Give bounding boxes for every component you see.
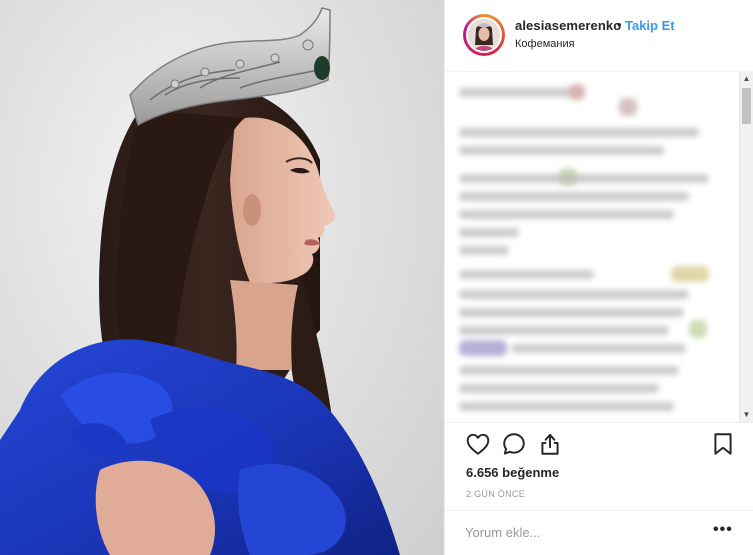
- blurred-line: [459, 192, 689, 201]
- blurred-line: [459, 270, 594, 279]
- follow-button[interactable]: Takip Et: [625, 18, 675, 33]
- blurred-line: [459, 326, 669, 335]
- blurred-line: [459, 290, 689, 299]
- blurred-emoji: [689, 320, 707, 338]
- post-photo-illustration: [0, 7, 400, 555]
- blurred-line: [459, 308, 684, 317]
- blurred-emoji: [671, 266, 709, 282]
- post-timestamp: 2 GÜN ÖNCE: [466, 489, 526, 499]
- location-link[interactable]: Кофемания: [515, 38, 575, 50]
- comment-bubble-icon[interactable]: [501, 431, 529, 459]
- comments-scrollbar[interactable]: ▲ ▼: [739, 72, 753, 422]
- triangle-up-icon[interactable]: ▲: [740, 72, 753, 86]
- post-header: alesiasemerenko • Takip Et Кофемания: [445, 0, 753, 72]
- username-link[interactable]: alesiasemerenko: [515, 18, 621, 33]
- blurred-line: [459, 246, 509, 255]
- avatar-image: [468, 19, 500, 51]
- blurred-line: [459, 228, 519, 237]
- blurred-line: [459, 88, 579, 97]
- post-side-panel: alesiasemerenko • Takip Et Кофемания ▲ ▼…: [444, 0, 753, 555]
- blurred-emoji: [459, 340, 507, 356]
- blurred-line: [459, 128, 699, 137]
- blurred-line: [459, 384, 659, 393]
- blurred-line: [459, 146, 664, 155]
- instagram-post: alesiasemerenko • Takip Et Кофемания ▲ ▼…: [0, 0, 753, 555]
- heart-icon[interactable]: [465, 431, 493, 459]
- blurred-line: [459, 402, 674, 411]
- more-options-icon[interactable]: •••: [713, 521, 733, 539]
- post-photo[interactable]: [0, 0, 444, 555]
- avatar-story-ring[interactable]: [463, 14, 505, 56]
- likes-count[interactable]: 6.656 beğenme: [466, 465, 559, 480]
- comment-input[interactable]: [465, 521, 695, 543]
- scrollbar-thumb[interactable]: [742, 88, 751, 124]
- avatar[interactable]: [466, 17, 502, 53]
- blurred-emoji: [569, 84, 585, 100]
- blurred-line: [459, 174, 709, 183]
- separator-dot: •: [617, 17, 622, 32]
- caption-comments-area[interactable]: [445, 72, 753, 422]
- bookmark-icon[interactable]: [710, 431, 738, 459]
- add-comment-bar: •••: [445, 510, 753, 555]
- blurred-line: [511, 344, 686, 353]
- share-upload-icon[interactable]: [537, 431, 565, 459]
- post-actions: 6.656 beğenme 2 GÜN ÖNCE: [445, 422, 753, 522]
- triangle-down-icon[interactable]: ▼: [740, 408, 753, 422]
- blurred-line: [459, 366, 679, 375]
- blurred-comments: [459, 76, 729, 416]
- blurred-emoji: [619, 98, 637, 116]
- blurred-line: [459, 210, 674, 219]
